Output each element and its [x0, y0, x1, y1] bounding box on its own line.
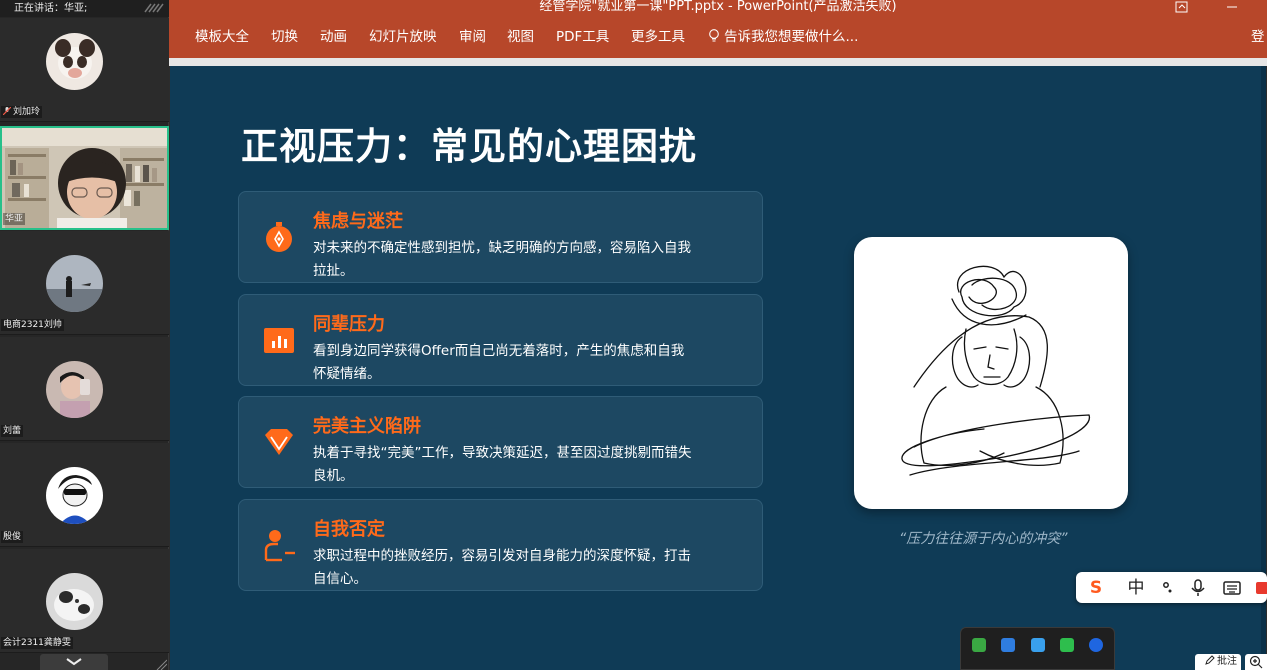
lightbulb-icon: [709, 29, 719, 42]
participant-name: 华亚: [3, 213, 26, 225]
card-description: 求职过程中的挫败经历，容易引发对自身能力的深度怀疑，打击自信心。: [313, 548, 691, 587]
window-title: 经管学院"就业第一课"PPT.pptx - PowerPoint(产品激活失败): [539, 0, 897, 14]
participant-name: 会计2311龚静雯: [1, 637, 73, 649]
wechat-icon[interactable]: [1060, 638, 1074, 652]
drag-handle-icon[interactable]: [143, 2, 165, 14]
annotate-button[interactable]: 批注: [1195, 654, 1241, 670]
participant-tile-gongjingwen[interactable]: 会计2311龚静雯: [0, 549, 169, 653]
speaking-indicator: 正在讲话：华亚;: [0, 0, 169, 17]
participant-name: 电商2321刘帅: [1, 319, 64, 331]
ime-mode-toggle[interactable]: 中: [1126, 578, 1146, 598]
participant-tile-liulei[interactable]: 刘蕾: [0, 337, 169, 441]
powerpoint-window: 经管学院"就业第一课"PPT.pptx - PowerPoint(产品激活失败)…: [169, 0, 1267, 670]
camera-video: [2, 128, 167, 228]
card-peer-pressure: 同辈压力 看到身边同学获得Offer而自己尚无着落时，产生的焦虑和自我怀疑情绪。: [238, 294, 763, 386]
sogou-logo-icon[interactable]: S: [1086, 578, 1106, 598]
participant-tile-yinjun[interactable]: 殷俊: [0, 443, 169, 547]
slide-quote: “压力往往源于内心的冲突”: [899, 531, 1068, 547]
tab-transitions[interactable]: 切换: [271, 28, 298, 46]
tab-slideshow[interactable]: 幻灯片放映: [369, 28, 437, 46]
screen: 正在讲话：华亚; 刘加玲 华亚 电商2321刘帅 刘蕾 殷俊 会计2311龚静雯…: [0, 0, 1267, 670]
ribbon-tabs: 模板大全 切换 动画 幻灯片放映 审阅 视图 PDF工具 更多工具 告诉我您想要…: [169, 16, 1267, 58]
tab-review[interactable]: 审阅: [459, 28, 486, 46]
card-description: 看到身边同学获得Offer而自己尚无着落时，产生的焦虑和自我怀疑情绪。: [313, 343, 685, 382]
ime-toolbar: S 中: [1076, 572, 1267, 603]
tab-animations[interactable]: 动画: [320, 28, 347, 46]
card-self-denial: 自我否定 求职过程中的挫败经历，容易引发对自身能力的深度怀疑，打击自信心。: [238, 499, 763, 591]
person-minus-icon: [264, 530, 295, 562]
xbox-icon[interactable]: [972, 638, 986, 652]
keyboard-icon[interactable]: [1222, 578, 1242, 598]
tab-templates[interactable]: 模板大全: [195, 28, 249, 46]
zoom-icon: [1249, 655, 1263, 669]
slide-title: 正视压力：常见的心理困扰: [241, 124, 697, 168]
tab-view[interactable]: 视图: [507, 28, 534, 46]
card-description: 对未来的不确定性感到担忧，缺乏明确的方向感，容易陷入自我拉扯。: [313, 240, 691, 279]
diamond-icon: [265, 429, 293, 455]
avatar: [46, 361, 103, 418]
compass-icon: [266, 222, 292, 252]
card-perfectionism: 完美主义陷阱 执着于寻找“完美”工作，导致决策延迟，甚至因过度挑剔而错失良机。: [238, 396, 763, 488]
avatar: [46, 33, 103, 90]
avatar: [46, 467, 103, 524]
restore-window-icon[interactable]: [1175, 0, 1189, 14]
resize-grip-icon[interactable]: [155, 658, 167, 670]
zoom-button[interactable]: [1245, 654, 1267, 670]
tab-pdf-tools[interactable]: PDF工具: [556, 28, 609, 46]
participant-tile-huaya[interactable]: 华亚: [0, 126, 169, 230]
participant-name: 刘蕾: [1, 425, 24, 437]
mic-muted-icon: [3, 107, 11, 115]
card-title: 同辈压力: [313, 314, 385, 335]
card-title: 完美主义陷阱: [313, 416, 421, 437]
system-tray-popup: [960, 627, 1115, 670]
participant-tile-liujialing[interactable]: 刘加玲: [0, 18, 169, 122]
punctuation-icon[interactable]: [1158, 578, 1178, 598]
participant-name: 刘加玲: [1, 106, 43, 118]
sign-in-link[interactable]: 登: [1251, 28, 1265, 46]
participant-tile-liushuai[interactable]: 电商2321刘帅: [0, 231, 169, 335]
avatar: [46, 255, 103, 312]
speaking-label: 正在讲话：华亚;: [14, 3, 88, 14]
participants-sidebar: 正在讲话：华亚; 刘加玲 华亚 电商2321刘帅 刘蕾 殷俊 会计2311龚静雯: [0, 0, 169, 670]
avatar: [46, 573, 103, 630]
collapse-list-button[interactable]: [40, 654, 108, 670]
card-description: 执着于寻找“完美”工作，导致决策延迟，甚至因过度挑剔而错失良机。: [313, 445, 692, 484]
minimize-icon[interactable]: [1225, 0, 1239, 14]
card-anxiety: 焦虑与迷茫 对未来的不确定性感到担忧，缺乏明确的方向感，容易陷入自我拉扯。: [238, 191, 763, 283]
chevron-down-icon: [66, 658, 82, 666]
tab-more-tools[interactable]: 更多工具: [631, 28, 685, 46]
ribbon-divider: [169, 58, 1267, 66]
onedrive-icon[interactable]: [1031, 638, 1045, 652]
pencil-icon: [1205, 655, 1215, 665]
card-title: 自我否定: [313, 519, 385, 540]
stressed-person-illustration: [854, 237, 1128, 509]
bar-chart-icon: [264, 328, 294, 353]
tell-me-search[interactable]: 告诉我您想要做什么...: [708, 28, 858, 46]
microphone-icon[interactable]: [1188, 578, 1208, 598]
browser-icon[interactable]: [1089, 638, 1103, 652]
card-title: 焦虑与迷茫: [313, 211, 403, 232]
participant-name: 殷俊: [1, 531, 24, 543]
meeting-app-icon[interactable]: [1001, 638, 1015, 652]
skin-icon[interactable]: [1252, 578, 1267, 598]
title-bar: 经管学院"就业第一课"PPT.pptx - PowerPoint(产品激活失败): [169, 0, 1267, 16]
